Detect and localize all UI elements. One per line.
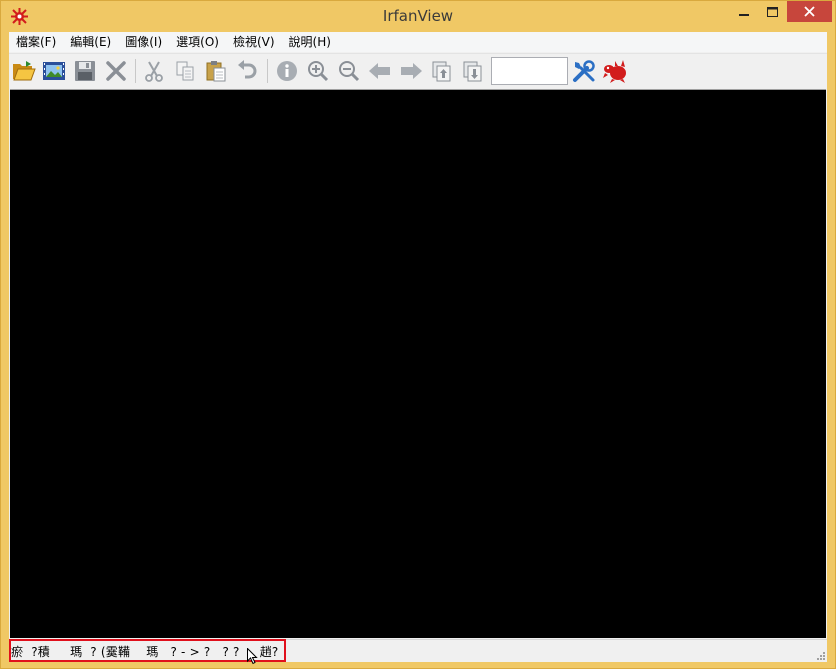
paste-button[interactable] [203,58,229,84]
maximize-button[interactable] [759,1,786,22]
settings-button[interactable] [571,58,597,84]
client-area: 檔案(F) 編輯(E) 圖像(I) 選項(O) 檢視(V) 說明(H) 瘀 ?積… [9,32,827,665]
toolbar [9,53,827,87]
toolbar-separator [267,59,268,83]
close-button[interactable] [787,1,832,22]
maximize-icon [767,6,778,17]
copy-icon [176,61,194,81]
status-highlight-box [9,639,286,662]
delete-icon [106,61,126,81]
save-icon [75,61,95,81]
menu-file[interactable]: 檔案(F) [9,32,63,52]
status-bar: 瘀 ?積 瑪 ? (霙鞴 瑪 ? - > ? ? ? 趙? [9,639,827,665]
mouse-cursor-icon [247,648,258,665]
info-icon [277,61,297,81]
slideshow-button[interactable] [41,58,67,84]
image-canvas[interactable] [10,89,826,638]
next-icon [401,63,422,79]
menu-bar: 檔案(F) 編輯(E) 圖像(I) 選項(O) 檢視(V) 說明(H) [9,32,827,52]
paste-icon [206,61,226,82]
minimize-icon [738,13,749,16]
open-button[interactable] [11,58,37,84]
cut-button[interactable] [141,58,167,84]
zoom-in-button[interactable] [305,58,331,84]
window-title: IrfanView [382,7,454,25]
irfanview-logo-button[interactable] [603,58,629,84]
previous-button[interactable] [367,58,393,84]
resize-grip-icon[interactable] [815,650,825,660]
menu-view[interactable]: 檢視(V) [226,32,282,52]
menu-image[interactable]: 圖像(I) [118,32,169,52]
menu-edit[interactable]: 編輯(E) [63,32,118,52]
slideshow-icon [43,62,65,80]
minimize-button[interactable] [730,1,757,22]
irfanview-window: IrfanView 檔案(F) 編輯(E) 圖像(I) 選項(O) 檢視(V) … [0,0,836,669]
page-up-icon [432,61,451,82]
previous-icon [369,63,390,79]
menu-help[interactable]: 說明(H) [282,32,338,52]
close-icon [804,6,815,17]
open-folder-icon [13,61,36,81]
irfanview-logo-icon [603,60,626,83]
settings-icon [573,60,595,82]
zoom-in-icon [308,61,329,82]
delete-button[interactable] [103,58,129,84]
undo-icon [238,60,257,79]
cut-icon [145,61,163,82]
page-down-icon [463,61,482,82]
last-page-button[interactable] [460,58,486,84]
first-page-button[interactable] [429,58,455,84]
undo-button[interactable] [234,58,260,84]
save-button[interactable] [72,58,98,84]
toolbar-separator [135,59,136,83]
title-bar[interactable]: IrfanView [1,1,835,32]
zoom-field[interactable] [491,57,568,85]
zoom-out-button[interactable] [336,58,362,84]
next-button[interactable] [398,58,424,84]
copy-button[interactable] [172,58,198,84]
menu-options[interactable]: 選項(O) [169,32,226,52]
zoom-out-icon [339,61,360,82]
info-button[interactable] [274,58,300,84]
